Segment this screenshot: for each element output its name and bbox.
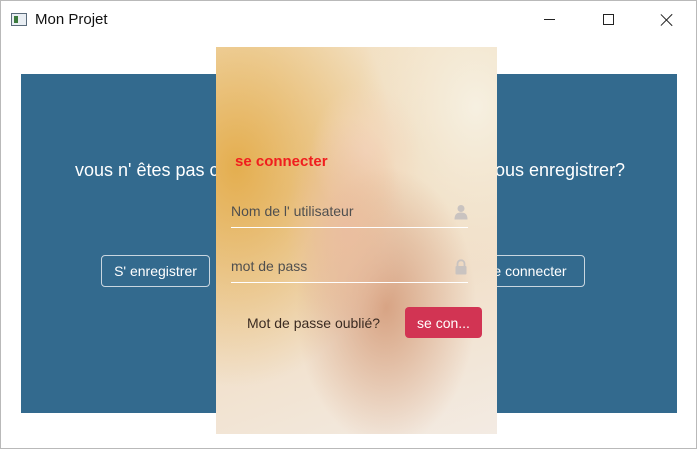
login-card: se connecter Mot de passe oublié? se con…	[216, 47, 497, 434]
forgot-password-link[interactable]: Mot de passe oublié?	[247, 315, 380, 331]
minimize-icon	[543, 19, 555, 20]
app-window: Mon Projet vous n' êtes pas c ous enregi…	[0, 0, 697, 449]
register-question-text-right: ous enregistrer?	[495, 160, 626, 180]
login-submit-button[interactable]: se con...	[405, 307, 482, 338]
user-icon	[454, 205, 468, 220]
login-title: se connecter	[235, 153, 328, 170]
register-question-text: vous n' êtes pas c	[75, 160, 219, 180]
register-button[interactable]: S' enregistrer	[101, 255, 210, 287]
window-title: Mon Projet	[35, 11, 108, 28]
password-input[interactable]	[231, 253, 431, 279]
close-icon	[660, 13, 674, 27]
username-field[interactable]	[231, 198, 468, 228]
close-button[interactable]	[644, 1, 690, 38]
maximize-icon	[602, 14, 614, 25]
title-bar[interactable]: Mon Projet	[1, 1, 696, 38]
username-input[interactable]	[231, 198, 431, 224]
maximize-button[interactable]	[585, 1, 631, 38]
minimize-button[interactable]	[526, 1, 572, 38]
password-field[interactable]	[231, 253, 468, 283]
app-icon	[11, 13, 27, 26]
lock-icon	[455, 259, 467, 275]
